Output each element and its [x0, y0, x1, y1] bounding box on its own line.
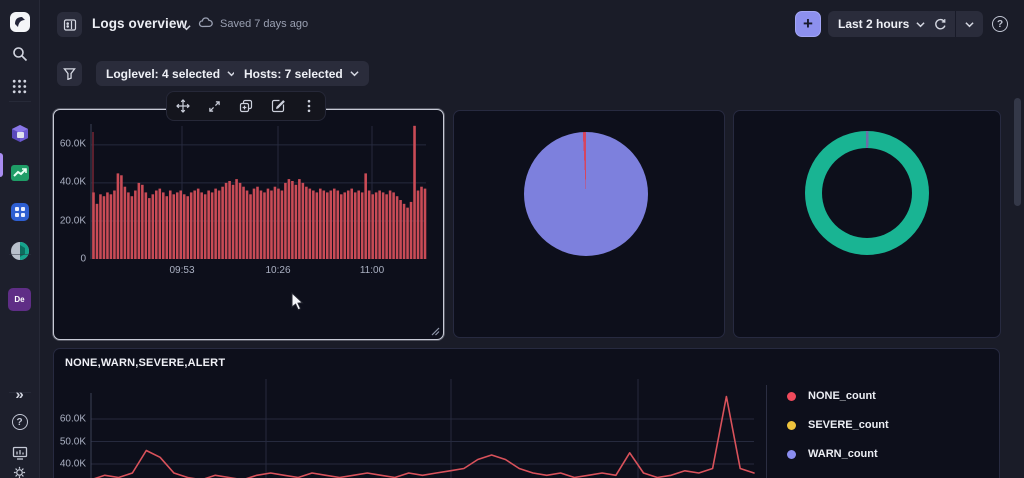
search-icon[interactable] [7, 41, 33, 67]
expand-panel-button[interactable] [201, 93, 227, 119]
apps-grid-icon[interactable] [7, 73, 33, 99]
sidebar: De » ? [0, 0, 40, 478]
y-axis-tick: 40.0K [59, 458, 86, 470]
scrollbar-thumb[interactable] [1014, 98, 1021, 206]
duplicate-panel-button[interactable] [233, 93, 259, 119]
legend-divider [766, 385, 767, 478]
edit-panel-button[interactable] [265, 93, 291, 119]
edit-icon [271, 99, 285, 113]
legend-label: SEVERE_count [808, 419, 889, 431]
hosts-filter-label: Hosts: 7 selected [244, 66, 343, 81]
pie-chart [524, 132, 648, 256]
y-axis-tick: 20.0K [59, 215, 86, 227]
more-options-button[interactable] [296, 93, 322, 119]
refresh-interval-button[interactable] [956, 11, 983, 37]
panel-toolbar [166, 91, 326, 121]
donut-hole [822, 148, 912, 238]
settings-gear-icon[interactable] [7, 466, 33, 478]
chevron-down-icon [965, 21, 974, 27]
resize-handle[interactable] [429, 325, 440, 336]
time-range-label: Last 2 hours [838, 17, 910, 31]
legend-label: NONE_count [808, 390, 876, 402]
chevron-down-icon [350, 71, 359, 77]
mouse-cursor [291, 292, 304, 311]
y-axis-tick: 60.0K [59, 138, 86, 150]
monitoring-icon[interactable] [7, 440, 33, 466]
sidebar-divider [9, 392, 31, 393]
app-extensions-icon[interactable] [7, 199, 33, 225]
legend-dot [787, 449, 796, 459]
app-de-icon[interactable]: De [7, 286, 33, 312]
y-axis-tick: 40.0K [59, 176, 86, 188]
loglevel-filter-dropdown[interactable]: Loglevel: 4 selected [96, 61, 247, 86]
move-icon [175, 99, 190, 113]
legend-dot [787, 391, 796, 401]
app-cube-icon[interactable] [7, 121, 33, 147]
funnel-icon [63, 68, 76, 80]
x-axis-tick: 11:00 [359, 265, 385, 276]
expand-sidebar-icon[interactable]: » [7, 381, 33, 407]
legend-dot [787, 420, 796, 430]
bar-chart [90, 124, 427, 259]
donut-chart-panel[interactable] [733, 110, 1001, 338]
expand-icon [209, 100, 220, 112]
refresh-split-button [925, 11, 983, 37]
legend-item[interactable]: WARN_count [787, 448, 878, 460]
hosts-filter-dropdown[interactable]: Hosts: 7 selected [234, 61, 369, 86]
help-button[interactable]: ? [992, 16, 1008, 32]
y-axis-tick: 0 [80, 253, 86, 265]
bar-chart-panel[interactable]: 60.0K 40.0K 20.0K 0 09:53 10:26 11:00 [53, 109, 444, 340]
legend-label: WARN_count [808, 448, 878, 460]
move-panel-button[interactable] [170, 93, 196, 119]
dashboard-icon [63, 18, 76, 31]
duplicate-icon [239, 99, 253, 113]
app-charts-icon[interactable] [7, 160, 33, 186]
sidebar-divider [9, 101, 31, 102]
dashboard-icon-button[interactable] [57, 12, 82, 37]
refresh-button[interactable] [925, 11, 956, 37]
timeseries-panel[interactable]: NONE,WARN,SEVERE,ALERT 60.0K 50.0K 40.0K… [53, 348, 1000, 478]
saved-status: Saved 7 days ago [220, 18, 309, 30]
app-logo-icon[interactable] [7, 9, 33, 35]
active-app-indicator [0, 153, 3, 177]
filter-button[interactable] [57, 61, 82, 86]
app-de-label: De [8, 287, 31, 311]
donut-chart [805, 131, 929, 255]
y-axis-tick: 50.0K [59, 436, 86, 448]
add-button[interactable]: + [795, 11, 821, 37]
loglevel-filter-label: Loglevel: 4 selected [106, 66, 221, 81]
chevron-down-icon [916, 21, 925, 27]
sidebar-divider [9, 254, 31, 255]
time-range-picker[interactable]: Last 2 hours [828, 11, 936, 37]
refresh-icon [934, 18, 946, 29]
cloud-icon [198, 16, 214, 29]
help-icon[interactable]: ? [7, 409, 33, 435]
y-axis-tick: 60.0K [59, 413, 86, 425]
title-chevron-down-icon[interactable] [182, 19, 191, 37]
legend-item[interactable]: SEVERE_count [787, 419, 889, 431]
x-axis-tick: 09:53 [169, 265, 195, 276]
app-topology-icon[interactable] [7, 238, 33, 264]
pie-chart-panel[interactable] [453, 110, 725, 338]
x-axis-tick: 10:26 [265, 265, 291, 276]
page-title: Logs overview [92, 16, 188, 31]
kebab-menu-icon [307, 99, 311, 113]
legend-item[interactable]: NONE_count [787, 390, 876, 402]
